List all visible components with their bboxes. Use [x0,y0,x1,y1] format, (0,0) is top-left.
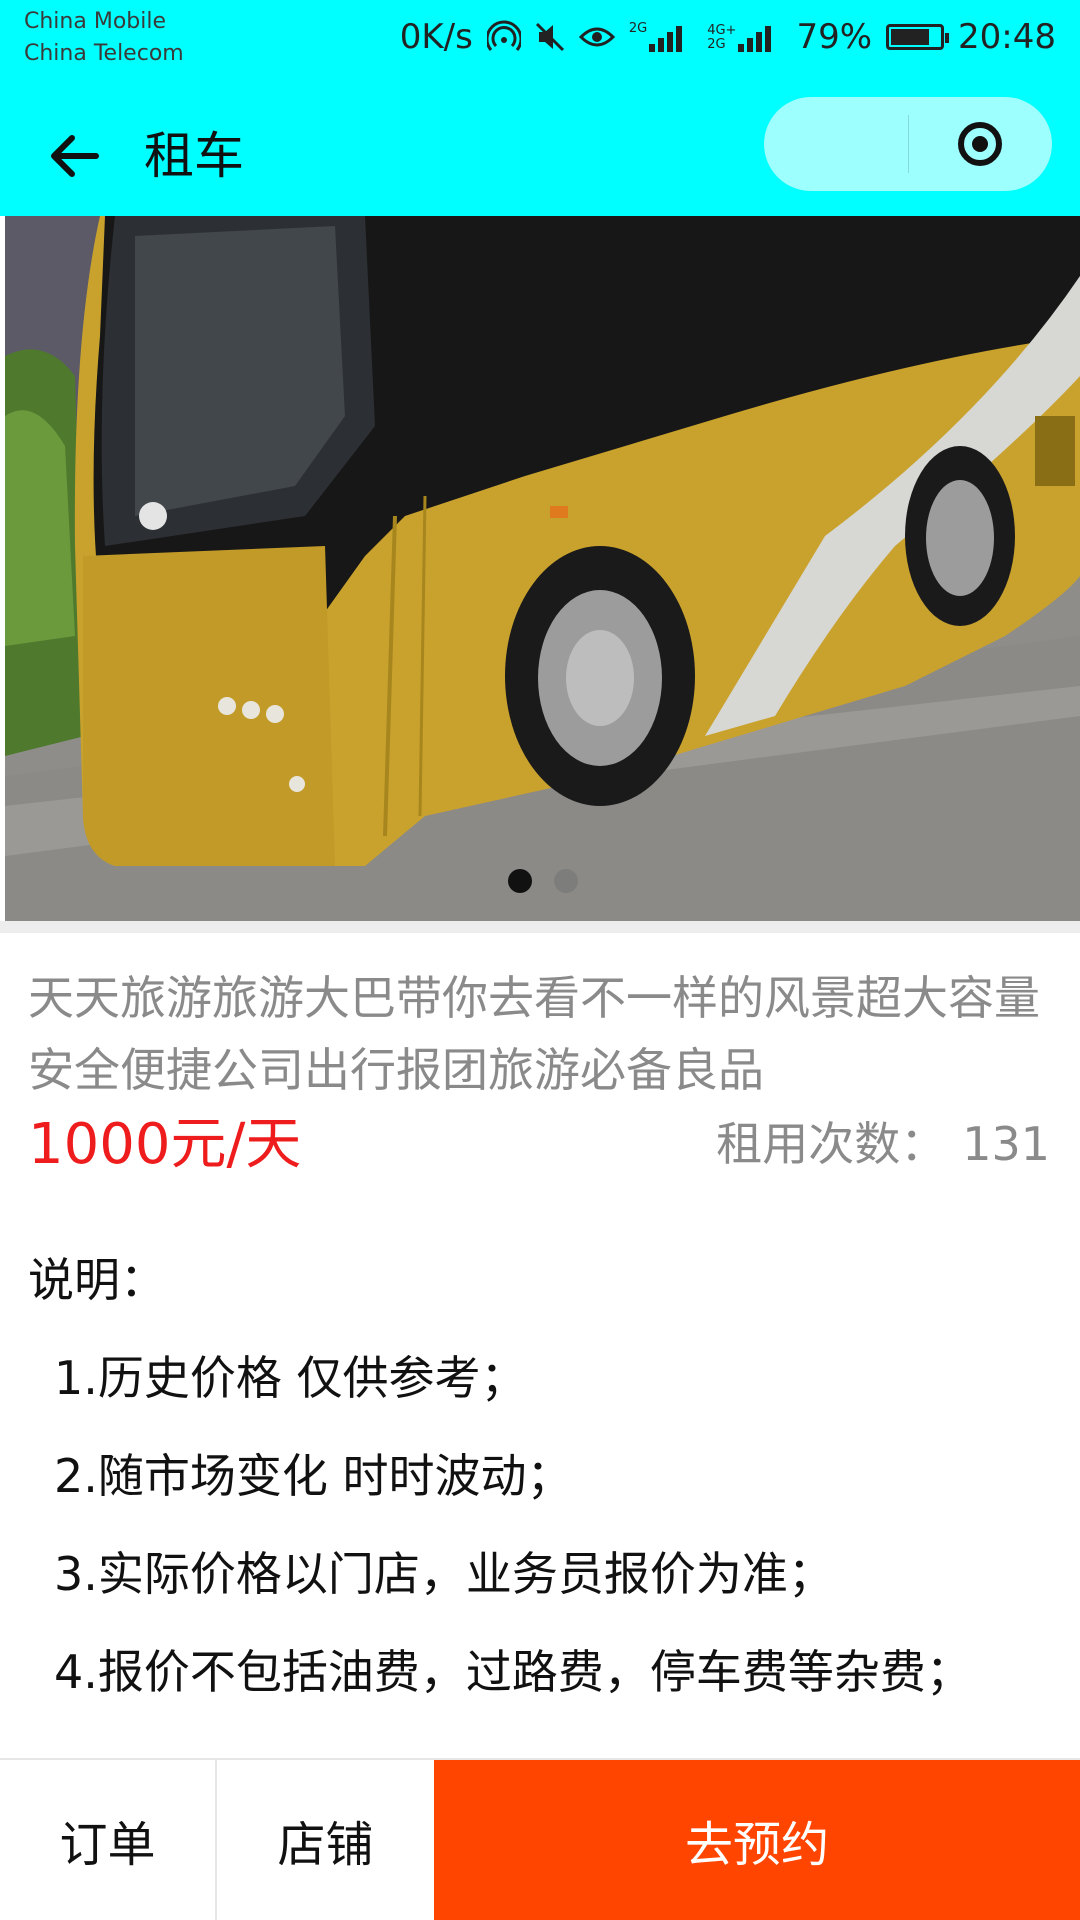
store-button[interactable]: 店铺 [217,1760,434,1920]
rent-count-value: 131 [962,1117,1050,1171]
description-item: 3.实际价格以门店，业务员报价为准； [54,1547,834,1601]
mute-icon [535,22,564,52]
orders-button[interactable]: 订单 [0,1760,217,1920]
battery-level [891,29,930,45]
bus-photo [5,216,1080,921]
network-3-label: 2G [707,37,726,52]
carousel-indicator [5,869,1080,893]
status-bar: China Mobile China Telecom 0K/s 2G 4G+ 2 [0,0,1080,96]
carousel-dot[interactable] [553,869,578,893]
network-1-label: 2G [628,21,648,36]
rent-count-label: 租用次数： [716,1117,947,1171]
network-2-label: 4G+ [707,23,737,38]
close-button[interactable] [908,97,1052,191]
description-label: 说明： [28,1253,166,1307]
carousel-dot[interactable] [507,869,532,893]
target-circle-icon [958,122,1002,166]
eye-icon [578,27,615,47]
battery-icon [886,24,950,50]
more-button[interactable] [764,97,908,191]
book-button[interactable]: 去预约 [434,1760,1080,1920]
carrier-2: China Telecom [24,41,184,66]
carrier-names: China Mobile China Telecom [24,6,184,70]
status-indicators: 0K/s 2G 4G+ 2G 79% 20:48 [400,12,1056,62]
signal-icon-1 [649,22,693,52]
description-item: 4.报价不包括油费，过路费，停车费等杂费； [54,1645,972,1699]
product-title: 天天旅游旅游大巴带你去看不一样的风景超大容量安全便捷公司出行报团旅游必备良品 [28,971,1040,1097]
description-item: 1.历史价格 仅供参考； [54,1351,527,1405]
description-item: 2.随市场变化 时时波动； [54,1449,573,1503]
section-divider [0,921,1080,933]
mini-program-capsule [764,97,1052,191]
description-list: 1.历史价格 仅供参考； 2.随市场变化 时时波动； 3.实际价格以门店，业务员… [54,1346,972,1738]
network-2: 4G+ 2G [707,22,782,52]
bottom-action-bar: 订单 店铺 去预约 [0,1758,1080,1920]
signal-icon-2 [738,22,782,52]
clock: 20:48 [958,17,1056,57]
page-title: 租车 [144,127,244,185]
back-button[interactable] [36,118,112,194]
battery-percent: 79% [796,17,873,57]
image-carousel[interactable] [5,216,1080,921]
carrier-1: China Mobile [24,9,167,34]
arrow-left-icon [51,135,99,177]
price: 1000元/天 [28,1112,302,1177]
rent-count: 租用次数： 131 [716,1112,1050,1176]
network-1: 2G [629,22,693,52]
net-speed: 0K/s [399,17,473,57]
hotspot-icon [486,20,521,51]
